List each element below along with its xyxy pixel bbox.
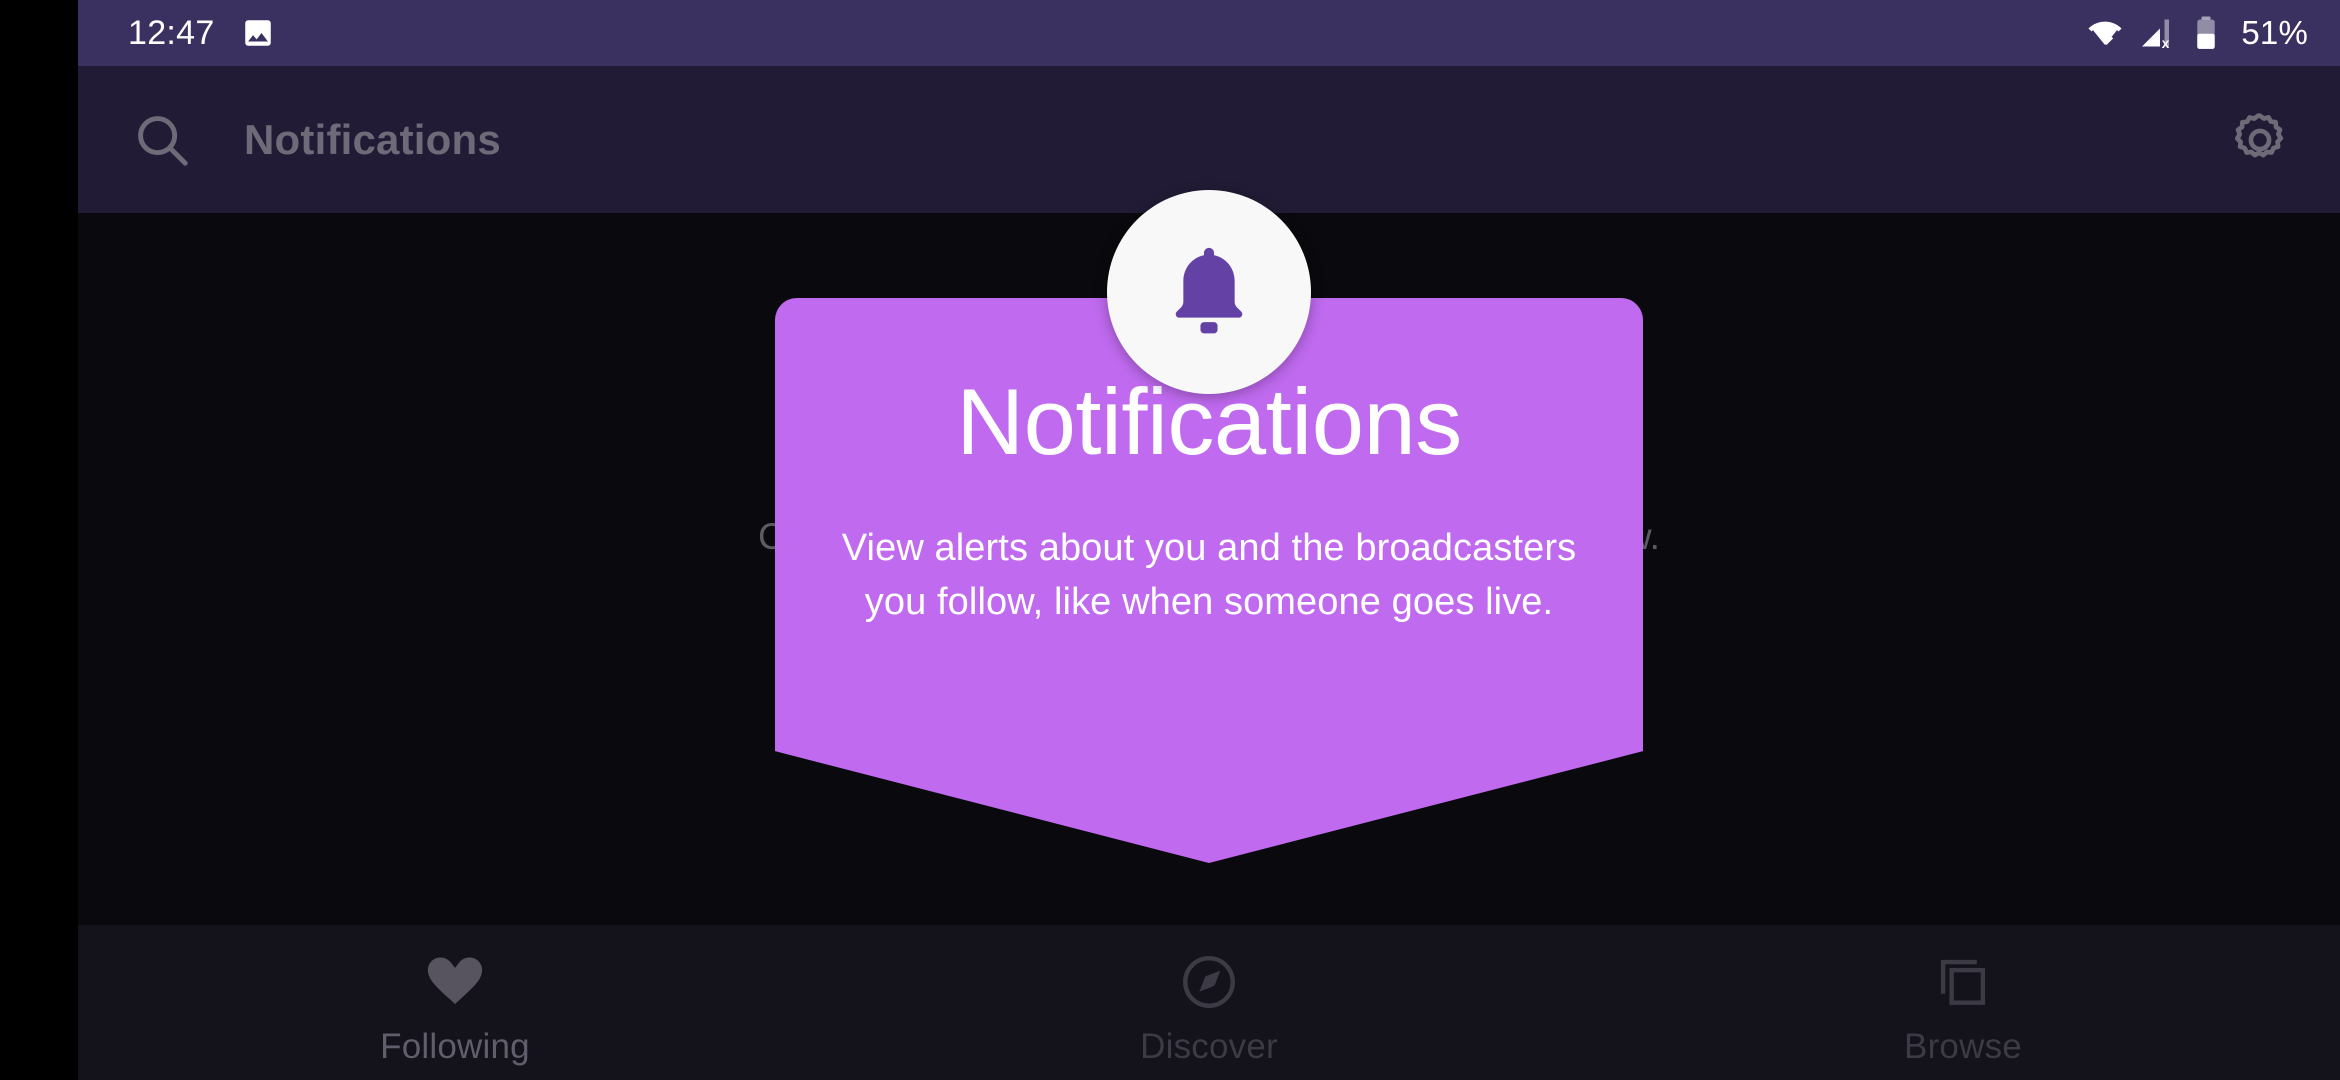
search-icon [131,109,193,171]
status-bar-left: 12:47 [128,14,275,53]
cellular-no-service-icon: x [2139,15,2175,51]
page-title: Notifications [244,115,501,163]
nav-item-following[interactable]: Following [78,925,832,1080]
compass-icon [1178,951,1240,1013]
cards-icon [1932,951,1994,1013]
status-bar-right: x 51% [2087,14,2308,52]
bottom-navigation-bar: Following Discover Browse [78,925,2340,1080]
bell-icon [1155,238,1263,346]
coachmark-badge [1107,190,1311,394]
nav-label-following: Following [380,1027,530,1066]
phone-viewport: 12:47 x 51% Notifications Following Disc… [78,0,2340,1080]
nav-label-browse: Browse [1904,1027,2022,1066]
battery-percent-label: 51% [2241,14,2308,51]
status-bar: 12:47 x 51% [78,0,2340,66]
nav-item-discover[interactable]: Discover [832,925,1586,1080]
search-button[interactable] [126,104,198,176]
left-bezel [0,0,78,1080]
screen-root: 12:47 x 51% Notifications Following Disc… [0,0,2340,1080]
battery-icon [2191,15,2221,51]
gear-icon [2229,109,2291,171]
screenshot-icon [241,16,275,50]
svg-text:x: x [2162,36,2170,51]
wifi-icon [2087,15,2123,51]
heart-icon [424,951,486,1013]
coachmark-description: View alerts about you and the broadcaste… [841,526,1577,623]
nav-label-discover: Discover [1140,1027,1278,1066]
status-bar-clock: 12:47 [128,13,215,52]
settings-button[interactable] [2224,104,2296,176]
nav-item-browse[interactable]: Browse [1586,925,2340,1080]
